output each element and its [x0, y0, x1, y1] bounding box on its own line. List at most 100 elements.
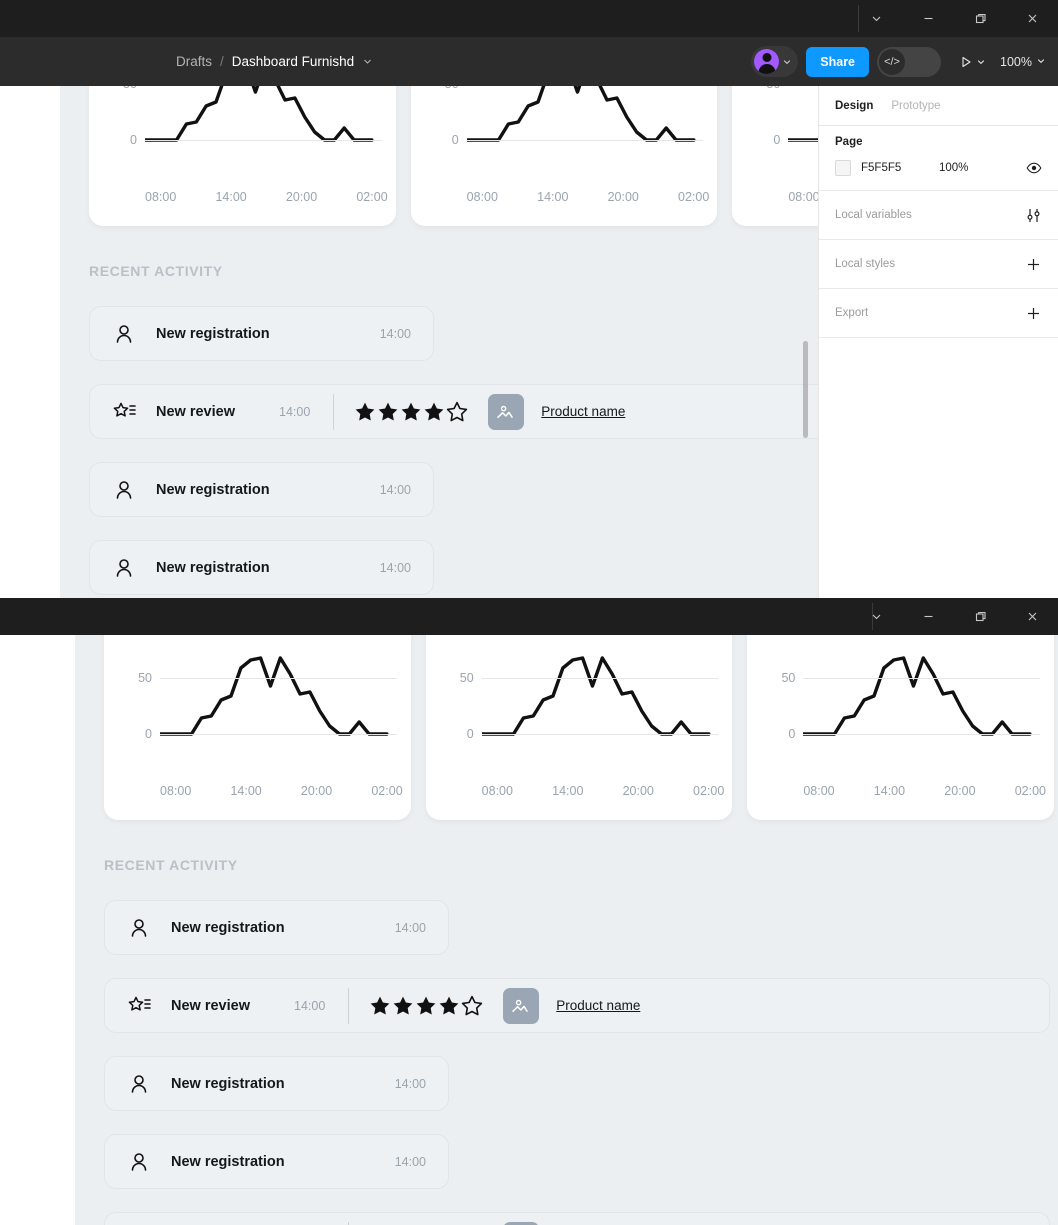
product-name-link[interactable]: Product name [541, 404, 625, 419]
chart-y-label: 0 [145, 727, 152, 741]
chart-card: 50 0 08:00 14:00 20:00 02:00 [104, 635, 411, 820]
chart-line [788, 86, 818, 184]
list-item[interactable]: New registration 14:00 [89, 306, 434, 361]
sidebar-item-local-styles[interactable]: Local styles [819, 240, 1058, 289]
chart-y-label: 50 [459, 671, 474, 685]
chart-x-labels: 08:00 14:00 20:00 02:00 [467, 190, 710, 204]
chevron-down-icon [1036, 55, 1046, 69]
minimize-icon[interactable] [902, 598, 954, 635]
chart-x-label: 08:00 [803, 784, 835, 798]
star-outline-icon [462, 995, 483, 1016]
figma-canvas-back[interactable]: 50 0 08:00 14:00 20:00 02:00 [0, 86, 818, 598]
list-item[interactable]: New registration 14:00 [104, 1134, 449, 1189]
chart-y-label: 0 [788, 727, 796, 741]
plus-icon[interactable] [1025, 256, 1042, 273]
chart-x-label: 20:00 [607, 190, 639, 204]
chevron-down-icon[interactable] [850, 598, 902, 635]
avatar-menu[interactable] [751, 46, 799, 77]
chart-card: 50 0 08:00 14:00 20:00 02:00 [89, 86, 396, 226]
divider [333, 393, 335, 430]
minimize-icon[interactable] [902, 0, 954, 37]
chevron-down-icon[interactable] [782, 57, 792, 67]
page-title: RECENT ACTIVITY [89, 263, 223, 279]
product-image-icon [503, 1221, 540, 1225]
window-titlebar-back [0, 0, 1058, 37]
product-name-link[interactable]: Product name [556, 998, 640, 1013]
figma-window-back: Drafts / Dashboard Furnishd Share </> 10… [0, 0, 1058, 598]
avatar [754, 49, 780, 74]
activity-label: New review [171, 997, 250, 1014]
chart-x-label: 08:00 [481, 784, 513, 798]
share-button[interactable]: Share [806, 46, 870, 77]
restore-icon[interactable] [954, 598, 1006, 635]
list-item[interactable]: New review 14:00 Prod [104, 1212, 1050, 1225]
chevron-down-icon[interactable] [976, 57, 986, 67]
sidebar-item-export[interactable]: Export [819, 289, 1058, 338]
breadcrumb-file-name[interactable]: Dashboard Furnishd [232, 54, 354, 69]
restore-icon[interactable] [954, 0, 1006, 37]
divider [348, 987, 350, 1024]
chart-y-label: 50 [138, 671, 152, 685]
breadcrumb: Drafts / Dashboard Furnishd [176, 54, 373, 69]
chart-x-labels: 08:00 14:00 20:00 02:00 [160, 784, 403, 798]
chevron-down-icon[interactable] [362, 56, 373, 67]
star-filled-icon [424, 402, 444, 421]
rating-stars[interactable] [369, 995, 483, 1016]
color-swatch[interactable] [835, 160, 851, 176]
chevron-down-icon[interactable] [850, 0, 902, 37]
breadcrumb-separator: / [220, 54, 224, 69]
user-icon [128, 1073, 154, 1095]
star-filled-icon [401, 402, 421, 421]
chart-line [467, 86, 704, 184]
user-icon [128, 1151, 154, 1173]
tab-prototype[interactable]: Prototype [891, 100, 940, 112]
sidebar-item-local-variables[interactable]: Local variables [819, 191, 1058, 240]
zoom-level-label: 100% [1000, 54, 1032, 69]
chart-x-label: 08:00 [160, 784, 192, 798]
list-item[interactable]: New registration 14:00 [89, 462, 434, 517]
color-hex-value[interactable]: F5F5F5 [861, 162, 939, 174]
chart-x-labels: 08:00 14:00 20:00 02:00 [145, 190, 388, 204]
chart-x-label: 02:00 [678, 190, 710, 204]
list-item[interactable]: New registration 14:00 [104, 1056, 449, 1111]
tune-icon[interactable] [1025, 207, 1042, 224]
list-item[interactable]: New registration 14:00 [104, 900, 449, 955]
figma-canvas-front[interactable]: 50 0 08:00 14:00 20:00 02:00 50 0 08:00 … [0, 635, 1058, 1225]
page-section: Page F5F5F5 100% [819, 126, 1058, 191]
zoom-control[interactable]: 100% [1000, 55, 1046, 69]
chart-line [145, 86, 382, 184]
chart-x-label: 02:00 [1014, 784, 1046, 798]
list-item[interactable]: New registration 14:00 [89, 540, 434, 595]
close-icon[interactable] [1006, 0, 1058, 37]
chart-x-label: 14:00 [873, 784, 906, 798]
plus-icon[interactable] [1025, 305, 1042, 322]
chart-row-back: 50 0 08:00 14:00 20:00 02:00 [89, 86, 818, 226]
activity-time: 14:00 [379, 560, 411, 575]
dev-mode-toggle[interactable]: </> [877, 46, 942, 77]
sidebar-item-label: Local styles [835, 258, 896, 270]
canvas-vertical-scrollbar[interactable] [803, 341, 808, 438]
chart-y-label: 50 [766, 86, 780, 91]
eye-icon[interactable] [1026, 160, 1042, 176]
divider [348, 1221, 350, 1225]
code-icon: </> [879, 48, 906, 75]
chart-row-front: 50 0 08:00 14:00 20:00 02:00 50 0 08:00 … [104, 635, 1055, 820]
figma-window-front: 50 0 08:00 14:00 20:00 02:00 50 0 08:00 … [0, 598, 1058, 1225]
chart-card: 50 0 08:00 14:00 20:00 02:00 [732, 86, 818, 226]
page-color-row[interactable]: F5F5F5 100% [835, 160, 1042, 176]
breadcrumb-drafts[interactable]: Drafts [176, 54, 212, 69]
rating-stars[interactable] [354, 401, 468, 422]
tab-design[interactable]: Design [835, 100, 873, 112]
play-icon[interactable] [959, 55, 973, 69]
chart-y-label: 50 [781, 671, 796, 685]
user-icon [113, 557, 139, 579]
list-item[interactable]: New review 14:00 Prod [104, 978, 1050, 1033]
page-title: RECENT ACTIVITY [104, 857, 238, 873]
color-opacity-value[interactable]: 100% [939, 162, 968, 174]
list-item[interactable]: New review 14:00 Prod [89, 384, 818, 439]
chart-y-label: 0 [773, 133, 781, 147]
close-icon[interactable] [1006, 598, 1058, 635]
chart-x-label: 14:00 [537, 190, 569, 204]
activity-label: New registration [156, 559, 270, 576]
star-outline-icon [447, 401, 468, 422]
